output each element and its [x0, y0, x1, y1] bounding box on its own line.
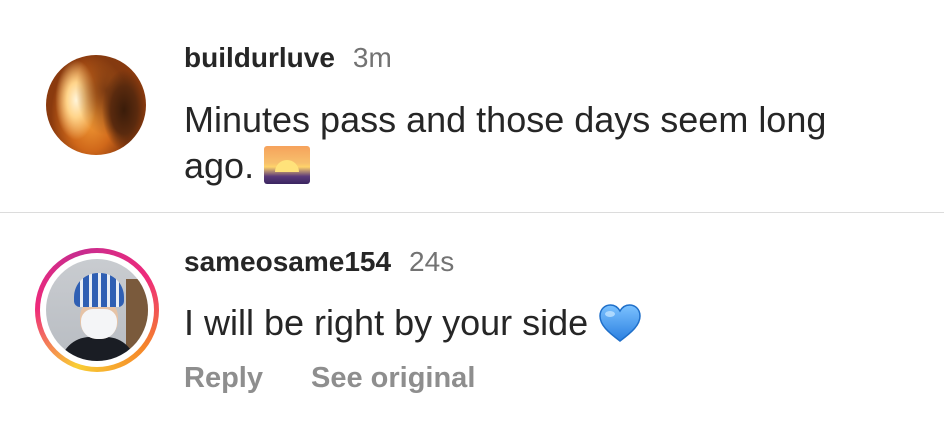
- avatar-mask: [81, 309, 117, 339]
- username[interactable]: sameosame154: [184, 246, 391, 278]
- comment-text: I will be right by your side: [184, 300, 904, 346]
- comment-text: Minutes pass and those days seem long ag…: [184, 97, 904, 189]
- sunrise-emoji-icon: [264, 146, 311, 184]
- username[interactable]: buildurluve: [184, 42, 335, 74]
- timestamp: 24s: [409, 246, 455, 277]
- avatar[interactable]: [46, 55, 146, 155]
- comment-meta: sameosame154 24s: [184, 246, 454, 278]
- avatar-coat: [60, 337, 136, 361]
- timestamp: 3m: [352, 42, 392, 73]
- comment-meta: buildurluve 3m: [184, 42, 392, 74]
- reply-button[interactable]: Reply: [184, 362, 263, 395]
- comment-item: buildurluve 3m Minutes pass and those da…: [0, 0, 944, 213]
- avatar-story-ring[interactable]: [35, 248, 159, 372]
- avatar-background: [126, 279, 148, 349]
- avatar-image: [46, 259, 148, 361]
- comment-actions: Reply See original: [184, 362, 475, 395]
- avatar-image: [46, 55, 146, 155]
- see-original-button[interactable]: See original: [311, 362, 475, 395]
- avatar-hat: [74, 273, 124, 307]
- blue-heart-icon: [599, 304, 641, 342]
- divider: [0, 212, 944, 213]
- comment-body: I will be right by your side: [184, 302, 589, 343]
